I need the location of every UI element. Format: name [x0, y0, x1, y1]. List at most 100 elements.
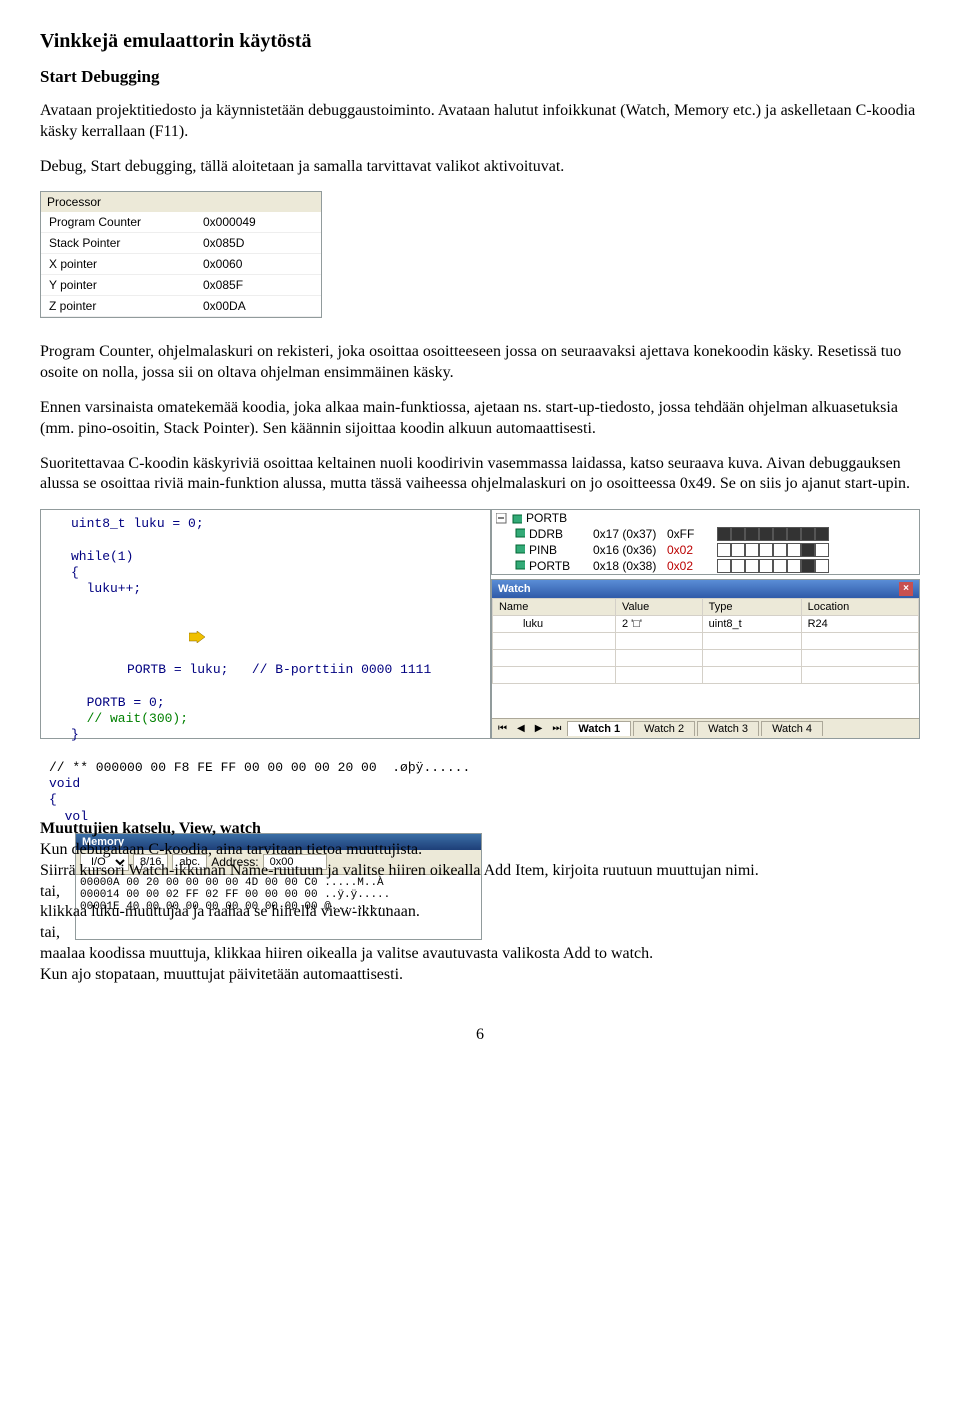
- watch-tab-3[interactable]: Watch 3: [697, 721, 759, 736]
- watch-tab-2[interactable]: Watch 2: [633, 721, 695, 736]
- watch-col-value[interactable]: Value: [615, 599, 702, 616]
- watch-row[interactable]: luku 2 '□' uint8_t R24: [492, 616, 918, 633]
- io-reg-value: 0xFF: [667, 527, 707, 541]
- io-reg-value: 0x02: [667, 559, 707, 573]
- register-icon: [514, 543, 525, 557]
- bit-box[interactable]: [787, 559, 801, 573]
- code-line: // wait(300);: [71, 711, 188, 726]
- watch-table: Name Value Type Location luku 2 '□' uint…: [492, 598, 919, 718]
- watch-row-empty[interactable]: [492, 650, 918, 667]
- table-row: Program Counter0x000049: [41, 212, 321, 233]
- processor-table: Program Counter0x000049 Stack Pointer0x0…: [41, 212, 321, 317]
- watch-row-empty[interactable]: [492, 633, 918, 650]
- io-register-row[interactable]: DDRB 0x17 (0x37) 0xFF: [492, 526, 919, 542]
- io-register-row[interactable]: PORTB0x18 (0x38)0x02: [492, 558, 919, 574]
- reg-value: 0x0060: [195, 254, 321, 275]
- bit-box[interactable]: [815, 559, 829, 573]
- watch-value: 2 '□': [615, 616, 702, 633]
- watch-location: R24: [801, 616, 918, 633]
- bit-box[interactable]: [787, 543, 801, 557]
- paragraph: Program Counter, ohjelmalaskuri on rekis…: [40, 342, 920, 384]
- bit-box[interactable]: [801, 527, 815, 541]
- io-reg-bits: [717, 543, 829, 557]
- io-reg-name: PINB: [529, 543, 589, 557]
- tab-nav-prev-icon[interactable]: ◀: [513, 723, 529, 734]
- bit-box[interactable]: [815, 527, 829, 541]
- reg-name: Y pointer: [41, 275, 195, 296]
- code-line: {: [49, 792, 57, 807]
- paragraph: maalaa koodissa muuttuja, klikkaa hiiren…: [40, 945, 653, 962]
- bit-box[interactable]: [731, 543, 745, 557]
- paragraph: Kun ajo stopataan, muuttujat päivitetään…: [40, 966, 403, 983]
- code-line: {: [71, 565, 79, 580]
- code-line: luku++;: [71, 581, 141, 596]
- io-reg-name: DDRB: [529, 527, 589, 541]
- chip-icon: [511, 513, 522, 524]
- code-line: // ** 000000 00 F8 FE FF 00 00 00 00 20 …: [49, 760, 470, 775]
- bit-box[interactable]: [801, 559, 815, 573]
- bit-box[interactable]: [731, 559, 745, 573]
- tab-nav-first-icon[interactable]: ⏮: [494, 723, 511, 734]
- page-number: 6: [40, 1026, 920, 1044]
- watch-col-location[interactable]: Location: [801, 599, 918, 616]
- bit-box[interactable]: [745, 527, 759, 541]
- bit-box[interactable]: [759, 543, 773, 557]
- bit-box[interactable]: [759, 527, 773, 541]
- io-register-row[interactable]: PINB0x16 (0x36)0x02: [492, 542, 919, 558]
- io-group-label: PORTB: [526, 511, 567, 525]
- bit-box[interactable]: [717, 527, 731, 541]
- table-row: Y pointer0x085F: [41, 275, 321, 296]
- watch-tabs: ⏮ ◀ ▶ ⏭ Watch 1 Watch 2 Watch 3 Watch 4: [492, 718, 919, 738]
- close-icon[interactable]: ×: [899, 582, 913, 596]
- watch-panel: Watch × Name Value Type Location luku 2 …: [491, 579, 920, 739]
- watch-tab-1[interactable]: Watch 1: [567, 721, 631, 736]
- code-editor[interactable]: uint8_t luku = 0; while(1) { luku++; POR…: [41, 510, 490, 831]
- processor-panel: Processor Program Counter0x000049 Stack …: [40, 191, 322, 318]
- bit-box[interactable]: [815, 543, 829, 557]
- paragraph: Avataan projektitiedosto ja käynnistetää…: [40, 101, 920, 143]
- bit-box[interactable]: [717, 559, 731, 573]
- bit-box[interactable]: [787, 527, 801, 541]
- bit-box[interactable]: [773, 527, 787, 541]
- bit-box[interactable]: [773, 543, 787, 557]
- tab-nav-last-icon[interactable]: ⏭: [548, 723, 565, 734]
- paragraph: Ennen varsinaista omatekemää koodia, jok…: [40, 398, 920, 440]
- tab-nav-next-icon[interactable]: ▶: [531, 723, 547, 734]
- watch-type: uint8_t: [702, 616, 801, 633]
- reg-value: 0x085D: [195, 233, 321, 254]
- code-line: PORTB = luku; // B-porttiin 0000 1111: [111, 662, 431, 677]
- table-row: X pointer0x0060: [41, 254, 321, 275]
- bit-box[interactable]: [801, 543, 815, 557]
- code-line: uint8_t luku = 0;: [71, 516, 204, 531]
- reg-name: Stack Pointer: [41, 233, 195, 254]
- bit-box[interactable]: [731, 527, 745, 541]
- table-row: Z pointer0x00DA: [41, 296, 321, 317]
- bit-box[interactable]: [759, 559, 773, 573]
- bit-box[interactable]: [745, 543, 759, 557]
- io-reg-addr: 0x17 (0x37): [593, 527, 663, 541]
- bit-box[interactable]: [745, 559, 759, 573]
- io-tree-group[interactable]: PORTB: [492, 510, 919, 526]
- watch-col-name[interactable]: Name: [492, 599, 615, 616]
- io-reg-value: 0x02: [667, 543, 707, 557]
- io-reg-addr: 0x18 (0x38): [593, 559, 663, 573]
- watch-row-empty[interactable]: [492, 667, 918, 684]
- tree-minus-icon: [496, 513, 507, 524]
- reg-value: 0x00DA: [195, 296, 321, 317]
- watch-tab-4[interactable]: Watch 4: [761, 721, 823, 736]
- paragraph: tai,: [40, 883, 60, 900]
- bit-box[interactable]: [773, 559, 787, 573]
- bit-box[interactable]: [717, 543, 731, 557]
- table-row: Stack Pointer0x085D: [41, 233, 321, 254]
- watch-name[interactable]: luku: [492, 616, 615, 633]
- register-icon: [514, 527, 525, 541]
- watch-panel-title: Watch: [498, 583, 531, 595]
- paragraph: Kun debugataan C-koodia, aina tarvitaan …: [40, 841, 422, 858]
- reg-name: Z pointer: [41, 296, 195, 317]
- memory-dump-line: 000014 00 00 02 FF 02 FF 00 00 00 00 ..ÿ…: [80, 889, 477, 901]
- io-reg-bits: [717, 527, 829, 541]
- reg-name: Program Counter: [41, 212, 195, 233]
- section-heading-debugging: Start Debugging: [40, 67, 920, 87]
- paragraph: Siirrä kursori Watch-ikkunan Name-ruutuu…: [40, 862, 759, 879]
- watch-col-type[interactable]: Type: [702, 599, 801, 616]
